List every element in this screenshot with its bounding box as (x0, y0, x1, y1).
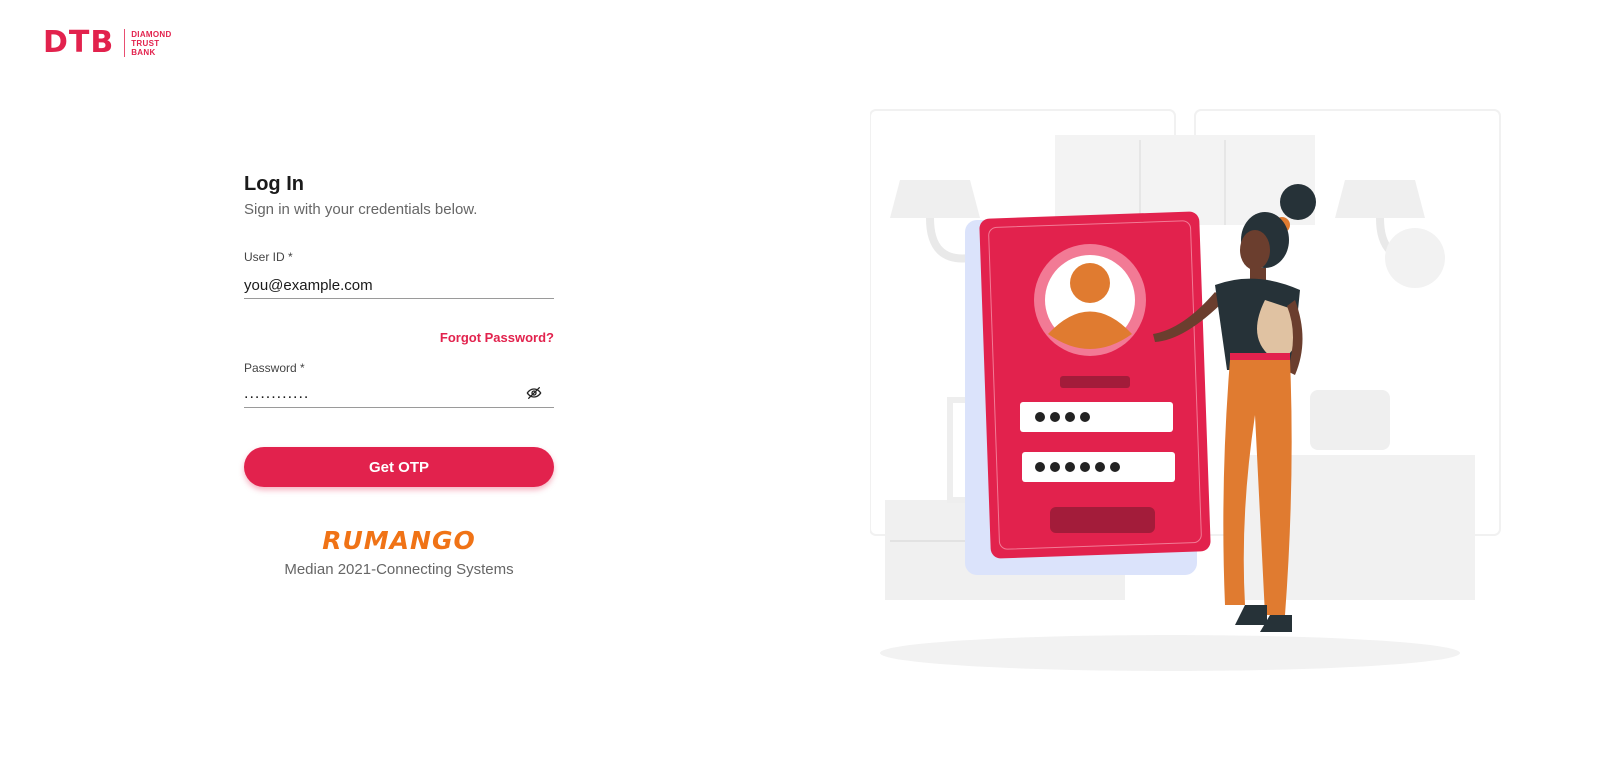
user-id-input[interactable] (244, 272, 554, 298)
logo-mark: DTB (43, 25, 115, 60)
forgot-password-link[interactable]: Forgot Password? (440, 330, 554, 345)
page-subtitle: Sign in with your credentials below. (244, 201, 478, 218)
logo-subtitle: DIAMOND TRUST BANK (131, 30, 171, 57)
user-id-label: User ID * (244, 250, 293, 264)
forgot-password-row: Forgot Password? (244, 329, 554, 347)
logo-line-1: DIAMOND (131, 29, 172, 39)
eye-off-icon[interactable] (526, 385, 542, 401)
login-illustration (869, 100, 1530, 700)
get-otp-button[interactable]: Get OTP (244, 447, 554, 487)
password-field-wrapper (244, 381, 554, 408)
dtb-logo: DTB DIAMOND TRUST BANK (43, 28, 172, 58)
logo-line-2: TRUST (131, 38, 160, 48)
powered-by: RUMANGO Median 2021-Connecting Systems (244, 526, 554, 579)
login-form: Log In Sign in with your credentials bel… (244, 170, 554, 578)
user-id-group: User ID * (244, 250, 554, 299)
tagline: Median 2021-Connecting Systems (284, 561, 514, 578)
logo-divider (124, 29, 126, 57)
rumango-logo: RUMANGO (322, 526, 476, 555)
login-page: DTB DIAMOND TRUST BANK Log In Sign in wi… (0, 0, 1600, 767)
illustration-svg (869, 109, 1501, 671)
password-group: Password * (244, 361, 554, 408)
user-id-field-wrapper (244, 272, 554, 299)
logo-line-3: BANK (131, 47, 156, 57)
password-label: Password * (244, 361, 305, 375)
page-title: Log In (244, 173, 304, 195)
password-input[interactable] (244, 381, 554, 407)
